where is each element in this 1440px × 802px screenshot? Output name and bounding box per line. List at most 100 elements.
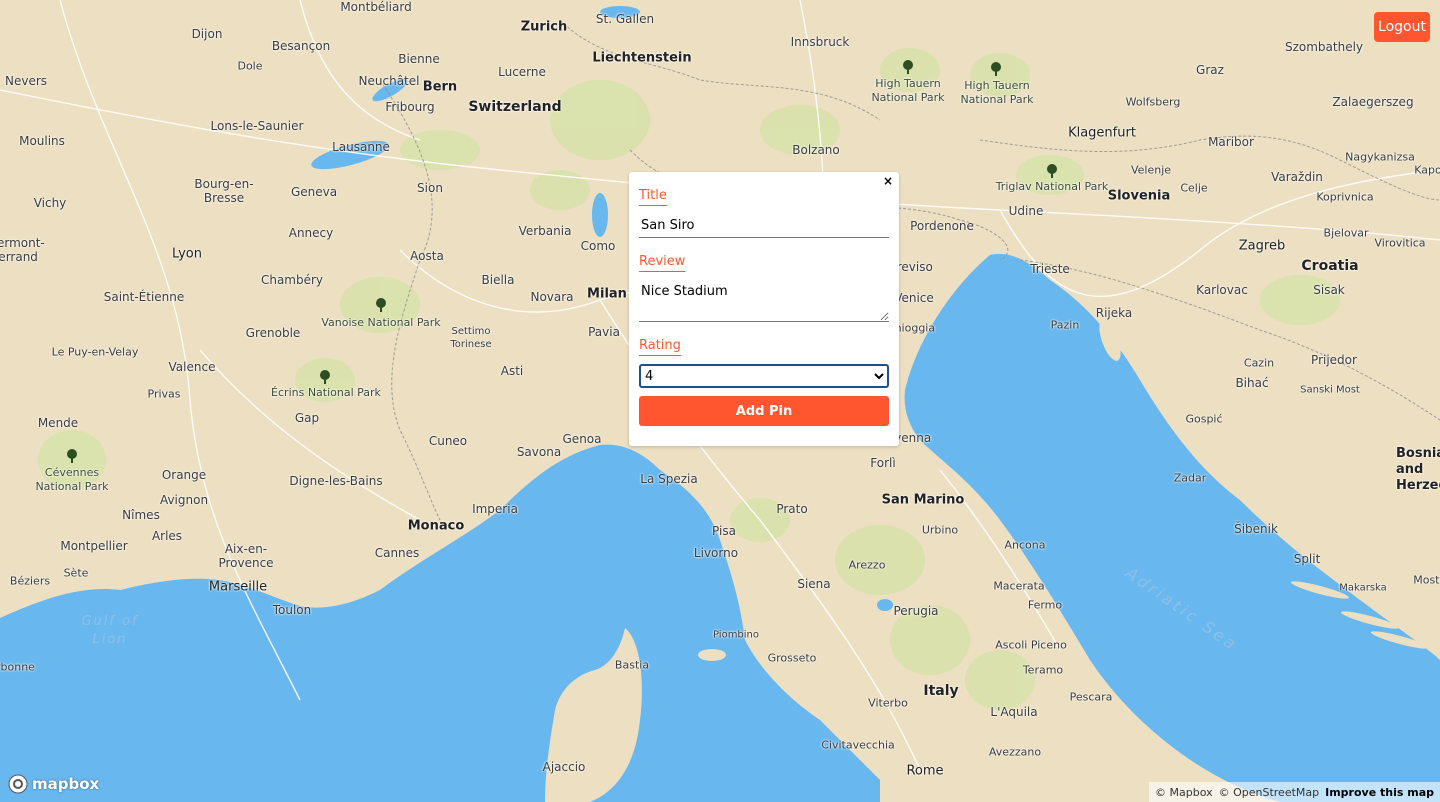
city-label: Annecy: [288, 226, 334, 240]
city-label: Šibenik: [1234, 522, 1278, 536]
city-label: Innsbruck: [790, 35, 850, 49]
country-label: Monaco: [407, 518, 465, 534]
city-label: Velenje: [1130, 163, 1172, 177]
park-label: Écrins National Park: [271, 386, 381, 399]
city-label: Prijedor: [1311, 353, 1357, 367]
city-label: La Spezia: [640, 472, 698, 486]
country-label: Croatia: [1301, 258, 1359, 274]
city-label: Saint-Étienne: [103, 290, 185, 304]
title-input[interactable]: [639, 214, 889, 238]
mapbox-logo[interactable]: mapbox: [8, 774, 99, 794]
close-icon[interactable]: ×: [883, 174, 893, 188]
city-label: Zalaegerszeg: [1332, 95, 1414, 109]
city-label: Bjelovar: [1323, 226, 1369, 240]
city-label: Arezzo: [848, 558, 886, 572]
city-label: Udine: [1008, 204, 1044, 218]
city-label: Gap: [294, 411, 320, 425]
add-pin-button[interactable]: Add Pin: [639, 396, 889, 426]
city-label: Sète: [63, 566, 89, 580]
map-attribution: © Mapbox © OpenStreetMap Improve this ma…: [1149, 782, 1440, 802]
city-label: Pavia: [588, 325, 620, 339]
city-label: L'Aquila: [990, 705, 1038, 719]
city-label: Bihać: [1235, 376, 1269, 390]
city-label: Pazin: [1050, 318, 1080, 332]
city-label: Fribourg: [385, 100, 435, 114]
city-label: Bastia: [614, 658, 650, 672]
city-label: Livorno: [693, 546, 739, 560]
city-label: Digne-les-Bains: [289, 474, 383, 488]
city-label: St. Gallen: [595, 12, 655, 26]
city-label: Urbino: [921, 523, 959, 537]
city-label: Fermo: [1027, 598, 1063, 612]
park-label: High Tauern National Park: [960, 79, 1034, 106]
city-label: Clermont-Ferrand: [0, 236, 45, 264]
city-label: Lausanne: [332, 140, 390, 154]
city-label: Szombathely: [1284, 40, 1364, 54]
city-label: Savona: [516, 445, 562, 459]
review-label: Review: [639, 254, 686, 272]
city-label: Klagenfurt: [1068, 125, 1136, 141]
country-label: Italy: [923, 683, 959, 699]
city-label: Sion: [417, 181, 443, 195]
city-label: Moulins: [19, 134, 65, 148]
city-label: Celje: [1180, 181, 1208, 195]
city-label: Perugia: [893, 604, 939, 618]
city-label: Bolzano: [792, 143, 840, 157]
city-label: Venice: [894, 291, 934, 305]
city-label: Le Puy-en-Velay: [51, 345, 139, 359]
logout-button[interactable]: Logout: [1374, 12, 1430, 42]
park-tree-icon: [903, 60, 913, 74]
city-label: Settimo Torinese: [450, 326, 492, 350]
city-label: Ancona: [1004, 538, 1046, 552]
city-label: Maribor: [1208, 135, 1254, 149]
city-label: Rijeka: [1095, 306, 1133, 320]
city-label: Macerata: [993, 579, 1045, 593]
city-label: Vichy: [33, 196, 67, 210]
city-label: Civitavecchia: [821, 738, 895, 752]
city-label: Aosta: [410, 249, 444, 263]
city-label: Koprivnica: [1316, 190, 1374, 204]
city-label: Grenoble: [245, 326, 301, 340]
city-label: Como: [580, 239, 616, 253]
city-label: Graz: [1196, 63, 1224, 77]
city-label: Varaždin: [1271, 170, 1323, 184]
attribution-mapbox-link[interactable]: © Mapbox: [1155, 786, 1213, 799]
city-label: Bern: [422, 79, 458, 95]
city-label: Aix-en-Provence: [218, 542, 274, 570]
city-label: Milan: [587, 286, 627, 302]
city-label: Viterbo: [868, 696, 908, 710]
city-label: Avezzano: [988, 745, 1042, 759]
add-pin-popup: × Title Review Nice Stadium Rating 12345…: [629, 172, 899, 446]
city-label: Kapo: [1414, 163, 1440, 177]
city-label: Besançon: [271, 39, 331, 53]
city-label: Bienne: [398, 52, 440, 66]
mapbox-logo-text: mapbox: [32, 775, 100, 793]
city-label: Gospić: [1185, 412, 1223, 426]
map-canvas[interactable]: Switzerland Liechtenstein Slovenia Croat…: [0, 0, 1440, 802]
city-label: Mende: [37, 416, 79, 430]
city-label: Narbonne: [0, 660, 35, 674]
city-label: Makarska: [1339, 582, 1387, 594]
city-label: Pisa: [712, 524, 736, 538]
city-label: Nevers: [4, 74, 48, 88]
city-label: Ajaccio: [542, 760, 586, 774]
city-label: Cazin: [1243, 356, 1275, 370]
park-tree-icon: [376, 298, 386, 312]
city-label: Privas: [147, 387, 181, 401]
city-label: Lons-le-Saunier: [210, 119, 304, 133]
city-label: Genoa: [562, 432, 602, 446]
sea-label: Gulf of Lion: [81, 614, 139, 647]
country-label: Switzerland: [468, 99, 562, 115]
city-label: Trieste: [1030, 262, 1070, 276]
improve-map-link[interactable]: Improve this map: [1325, 786, 1434, 799]
city-label: Teramo: [1022, 663, 1064, 677]
country-label: San Marino: [881, 492, 965, 508]
city-label: Dole: [237, 59, 263, 73]
review-textarea[interactable]: Nice Stadium: [639, 280, 889, 322]
city-label: Geneva: [290, 185, 338, 199]
city-label: Pordenone: [910, 219, 974, 233]
city-label: Avignon: [159, 493, 209, 507]
rating-select[interactable]: 12345: [639, 364, 889, 388]
attribution-osm-link[interactable]: © OpenStreetMap: [1219, 786, 1320, 799]
city-label: Valence: [168, 360, 216, 374]
